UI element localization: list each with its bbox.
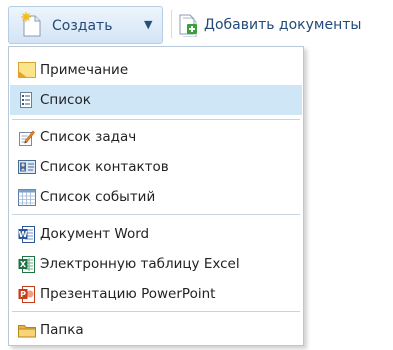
events-list-icon	[18, 189, 36, 210]
svg-text:P: P	[20, 290, 26, 299]
menu-item-label: Список контактов	[40, 159, 169, 175]
menu-item-note[interactable]: Примечание	[10, 55, 302, 85]
menu-item-label: Список задач	[40, 129, 137, 145]
menu-item-label: Папка	[40, 322, 84, 338]
create-button-label: Создать	[52, 18, 113, 34]
menu-separator	[12, 119, 300, 120]
powerpoint-presentation-icon: P	[18, 286, 36, 307]
excel-spreadsheet-icon: X	[18, 256, 36, 277]
menu-item-excel-spreadsheet[interactable]: X Электронную таблицу Excel	[10, 249, 302, 279]
menu-item-list[interactable]: Список	[10, 85, 302, 115]
menu-separator	[12, 214, 300, 215]
new-document-icon	[21, 12, 43, 42]
folder-icon	[18, 322, 36, 342]
menu-item-contacts-list[interactable]: Список контактов	[10, 152, 302, 182]
task-list-icon	[18, 129, 35, 150]
menu-item-label: Электронную таблицу Excel	[40, 256, 240, 272]
add-document-icon	[178, 13, 200, 41]
note-icon	[18, 62, 36, 82]
menu-item-folder[interactable]: Папка	[10, 315, 302, 345]
menu-item-label: Примечание	[40, 62, 129, 78]
menu-item-label: Презентацию PowerPoint	[40, 286, 216, 302]
toolbar: Создать ▼ Добавить документы	[0, 0, 393, 48]
contacts-list-icon	[18, 159, 36, 179]
toolbar-divider	[171, 10, 172, 38]
menu-item-label: Документ Word	[40, 226, 150, 242]
word-document-icon: W	[18, 226, 36, 247]
list-icon	[18, 92, 34, 112]
menu-item-label: Список событий	[40, 189, 156, 205]
menu-item-task-list[interactable]: Список задач	[10, 122, 302, 152]
add-documents-label: Добавить документы	[204, 17, 362, 33]
menu-item-events-list[interactable]: Список событий	[10, 182, 302, 212]
svg-text:X: X	[20, 260, 27, 269]
menu-separator	[12, 311, 300, 312]
menu-item-powerpoint-presentation[interactable]: P Презентацию PowerPoint	[10, 279, 302, 309]
menu-item-label: Список	[40, 92, 91, 108]
create-button[interactable]: Создать ▼	[8, 6, 163, 44]
create-dropdown-menu: Примечание Список Список задач Список ко…	[8, 46, 304, 346]
chevron-down-icon: ▼	[144, 18, 153, 31]
svg-text:W: W	[19, 230, 28, 239]
menu-item-word-document[interactable]: W Документ Word	[10, 219, 302, 249]
